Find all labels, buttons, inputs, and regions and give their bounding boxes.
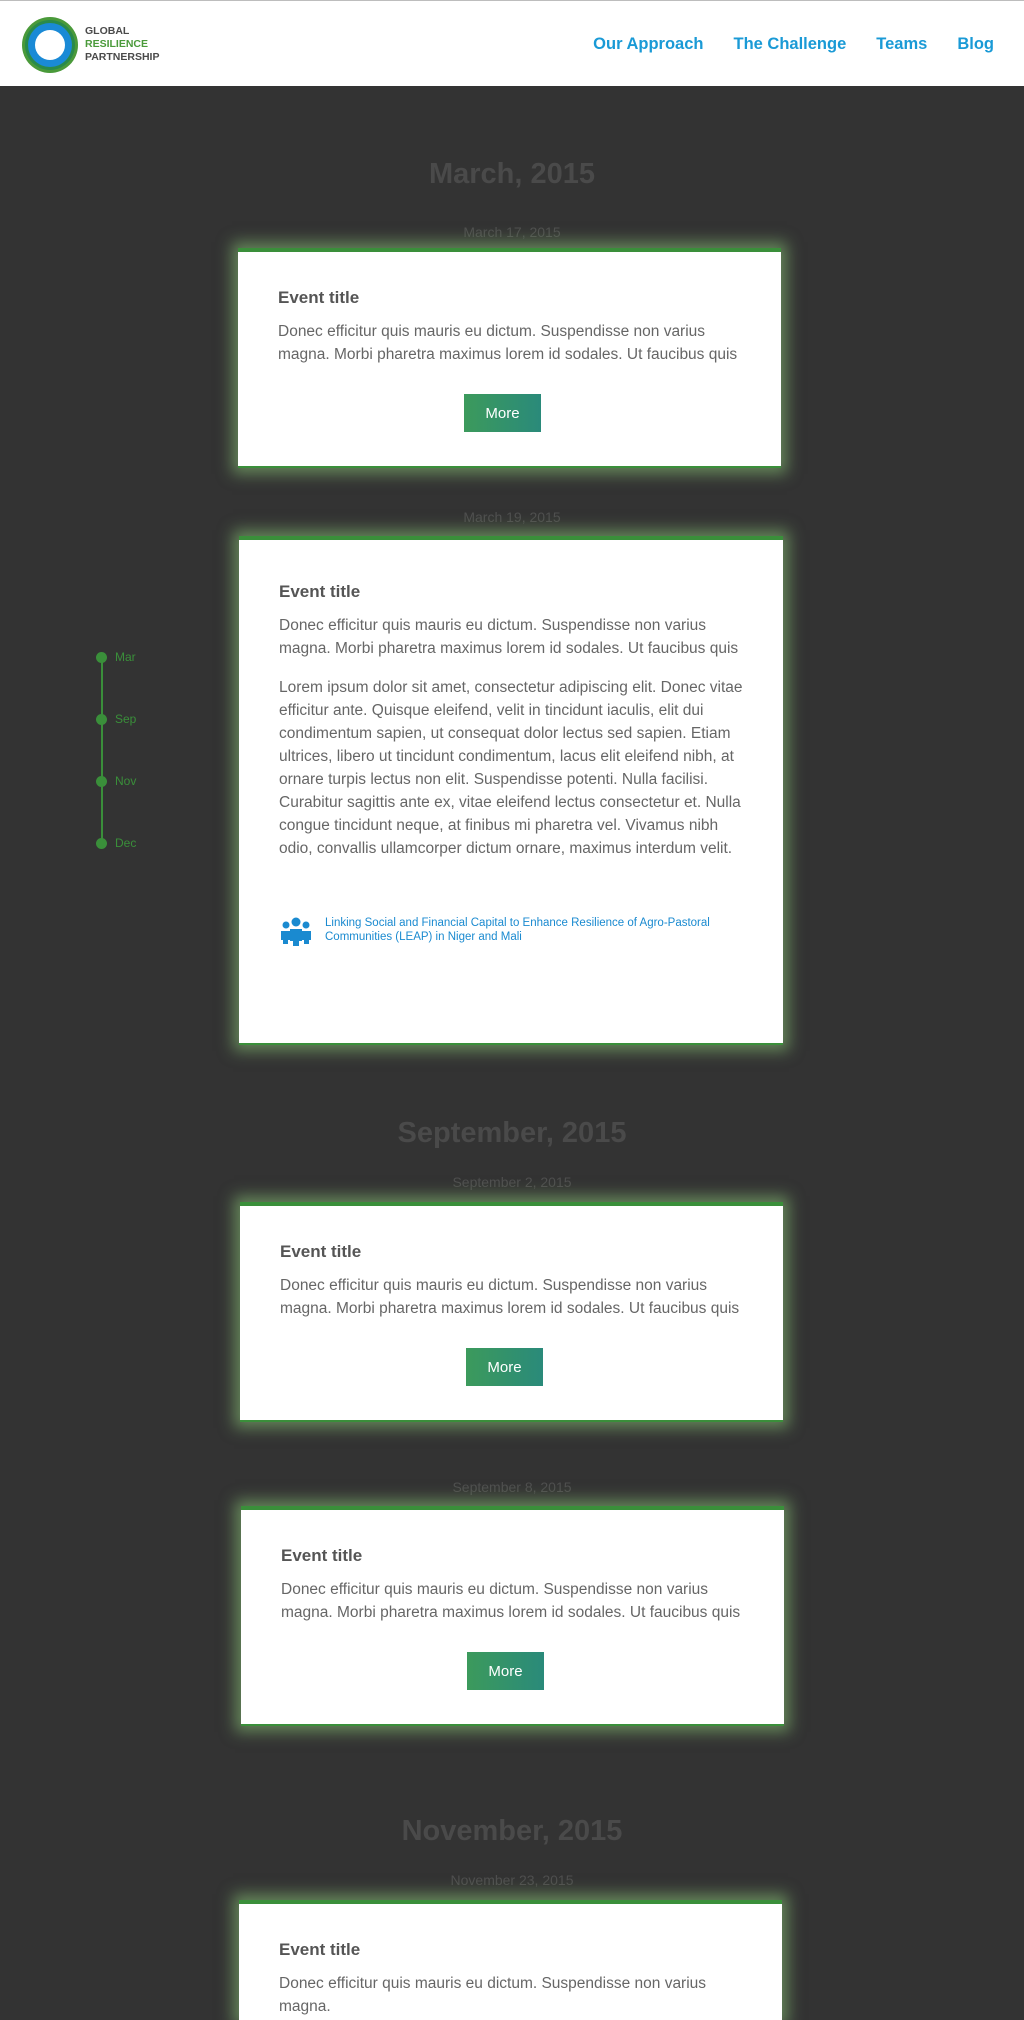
site-header: GLOBAL RESILIENCE PARTNERSHIP Our Approa… (0, 0, 1024, 86)
event-body: Lorem ipsum dolor sit amet, consectetur … (279, 679, 743, 857)
event-date: September 2, 2015 (452, 1174, 572, 1190)
event-summary: Donec efficitur quis mauris eu dictum. S… (280, 1277, 740, 1317)
event-date: November 23, 2015 (450, 1872, 574, 1888)
main-nav: Our Approach The Challenge Teams Blog (593, 35, 994, 54)
nav-our-approach[interactable]: Our Approach (593, 35, 703, 54)
event-summary: Donec efficitur quis mauris eu dictum. S… (278, 323, 738, 363)
timeline-item-sep[interactable]: Sep (96, 712, 136, 726)
project-link-text[interactable]: Linking Social and Financial Capital to … (325, 916, 725, 944)
more-button[interactable]: More (466, 1348, 543, 1386)
timeline-item-nov[interactable]: Nov (96, 774, 136, 788)
logo-line-3: PARTNERSHIP (85, 51, 160, 63)
timeline-dot (96, 713, 107, 725)
timeline-dot (96, 837, 107, 849)
logo-wordmark: GLOBAL RESILIENCE PARTNERSHIP (85, 25, 159, 64)
timeline-label: Sep (115, 712, 137, 726)
event-card: Event title Donec efficitur quis mauris … (240, 1202, 783, 1422)
event-card: Event title Donec efficitur quis mauris … (239, 1900, 782, 2020)
nav-the-challenge[interactable]: The Challenge (733, 35, 846, 54)
event-title: Event title (281, 1546, 363, 1565)
timeline-dot (96, 651, 107, 663)
event-summary: Donec efficitur quis mauris eu dictum. S… (281, 1581, 741, 1621)
event-summary: Donec efficitur quis mauris eu dictum. S… (279, 617, 739, 657)
site-logo[interactable]: GLOBAL RESILIENCE PARTNERSHIP (20, 11, 190, 79)
event-card-expanded: Event title Donec efficitur quis mauris … (239, 536, 783, 1045)
logo-line-2: RESILIENCE (85, 38, 149, 50)
event-date: March 17, 2015 (463, 224, 561, 240)
logo-ring-icon (22, 17, 78, 73)
nav-blog[interactable]: Blog (957, 35, 994, 54)
timeline-item-mar[interactable]: Mar (96, 650, 136, 664)
month-heading: September, 2015 (397, 1117, 627, 1149)
event-title: Event title (279, 582, 361, 601)
more-button[interactable]: More (467, 1652, 544, 1690)
month-heading: November, 2015 (401, 1815, 623, 1847)
project-link[interactable]: Linking Social and Financial Capital to … (279, 916, 725, 946)
event-summary: Donec efficitur quis mauris eu dictum. S… (279, 1975, 707, 2015)
event-title: Event title (279, 1940, 361, 1959)
timeline-line (101, 655, 103, 841)
timeline-label: Nov (115, 774, 137, 788)
event-card: Event title Donec efficitur quis mauris … (238, 248, 781, 468)
timeline-label: Dec (115, 836, 137, 850)
event-title: Event title (278, 288, 360, 307)
month-heading: March, 2015 (428, 158, 596, 190)
event-title: Event title (280, 1242, 362, 1261)
timeline-item-dec[interactable]: Dec (96, 836, 136, 850)
timeline-label: Mar (115, 650, 136, 664)
people-group-icon (281, 917, 311, 946)
event-date: March 19, 2015 (463, 509, 561, 525)
more-button[interactable]: More (464, 394, 541, 432)
timeline-dot (96, 775, 107, 787)
nav-teams[interactable]: Teams (876, 35, 927, 54)
logo-line-1: GLOBAL (85, 25, 130, 37)
event-date: September 8, 2015 (452, 1479, 572, 1495)
event-card: Event title Donec efficitur quis mauris … (241, 1506, 784, 1726)
